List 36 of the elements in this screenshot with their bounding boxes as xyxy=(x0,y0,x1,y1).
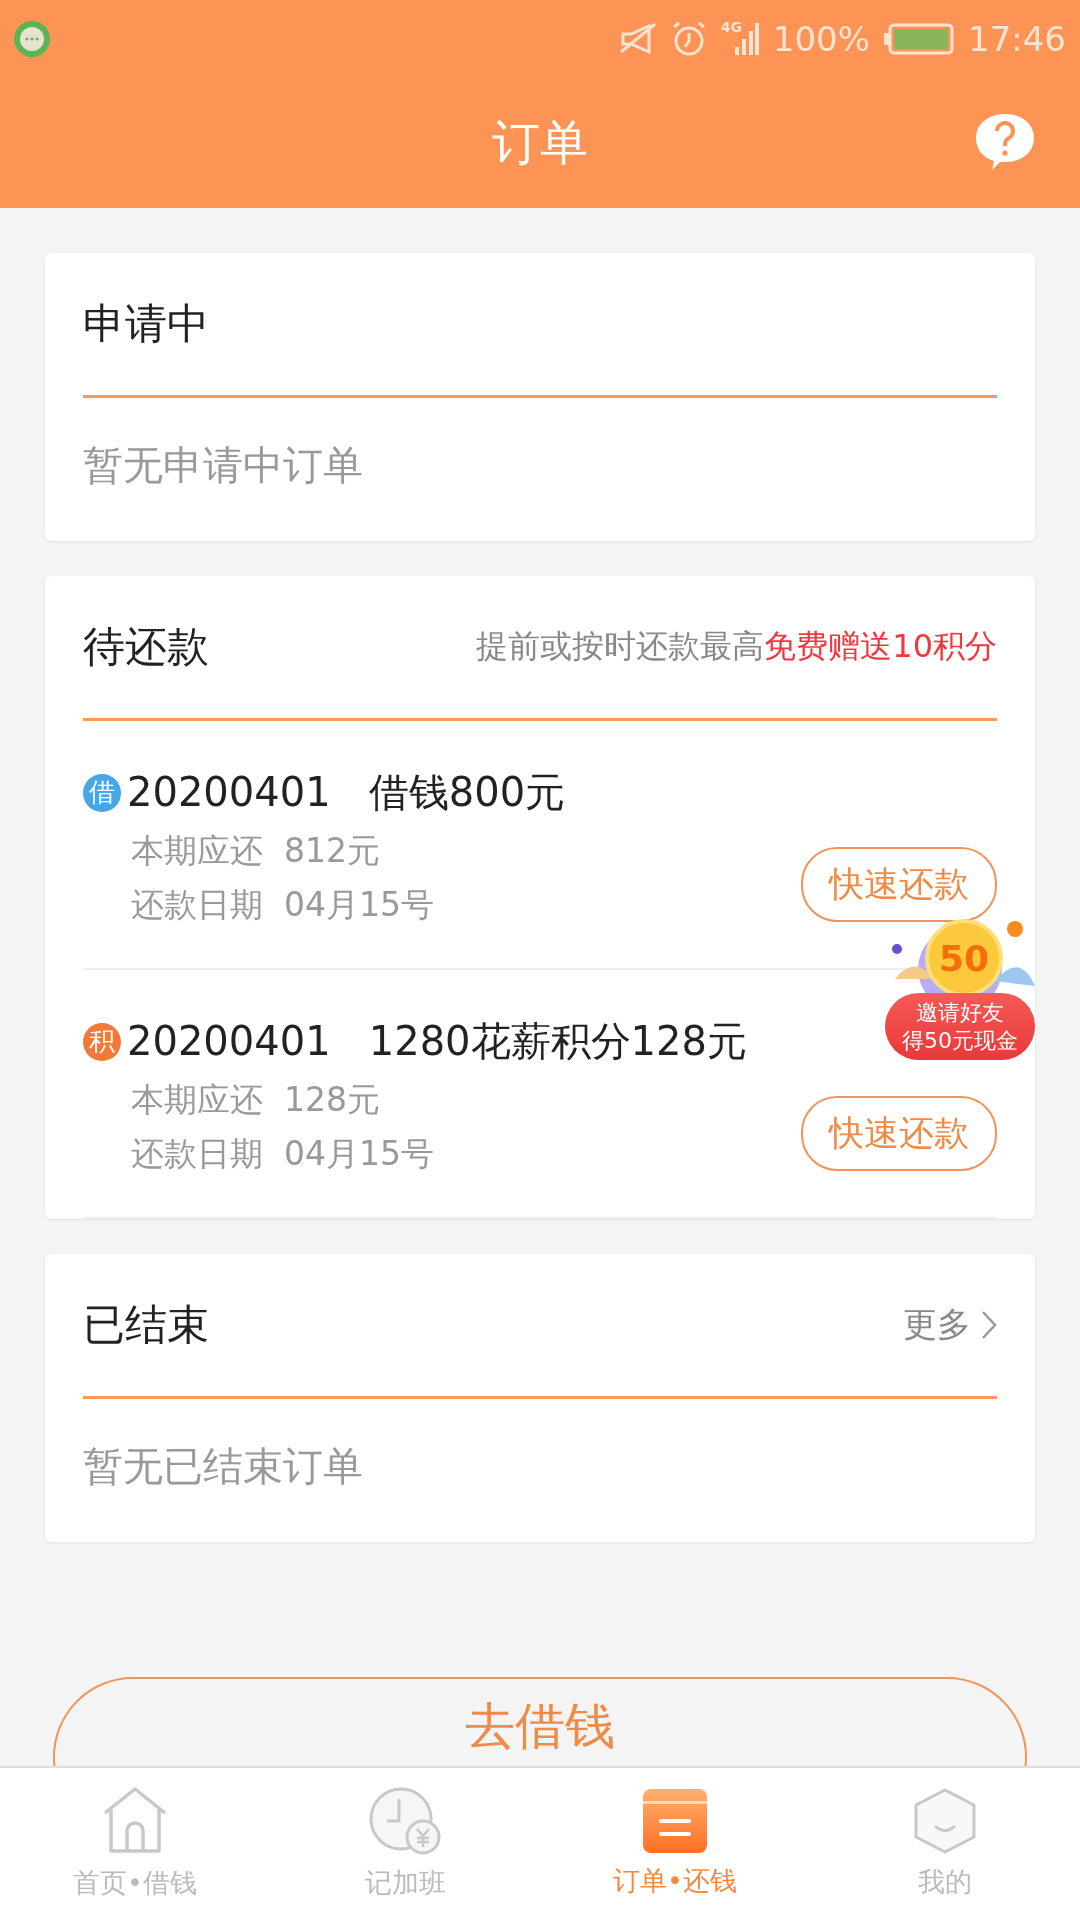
list-icon xyxy=(643,1789,707,1853)
nav-tab[interactable]: 我的 xyxy=(810,1768,1080,1920)
order-title: 20200401 1280花薪积分128元 xyxy=(127,1017,747,1066)
reward-notice: 提前或按时还款最高免费赠送10积分 xyxy=(476,626,997,667)
due-amount: 本期应还 812元 xyxy=(130,830,381,872)
section-title: 已结束 xyxy=(83,1299,210,1351)
help-icon[interactable] xyxy=(974,112,1036,172)
smiley-icon xyxy=(912,1788,978,1854)
order-type-badge: 积 xyxy=(83,1022,121,1061)
quick-repay-button[interactable]: 快速还款 xyxy=(801,1096,997,1171)
invite-promo[interactable]: 邀请好友 得50元现金 xyxy=(885,993,1035,1060)
empty-message: 暂无已结束订单 xyxy=(83,1442,364,1491)
due-date: 还款日期 04月15号 xyxy=(130,884,435,926)
clock-time: 17:46 xyxy=(968,19,1066,59)
network-label: 4G xyxy=(720,19,743,35)
due-date: 还款日期 04月15号 xyxy=(130,1133,435,1175)
more-link[interactable]: 更多 xyxy=(903,1302,971,1348)
chevron-right-icon xyxy=(981,1310,997,1340)
nav-tab[interactable]: 首页•借钱 xyxy=(0,1768,270,1920)
order-title: 20200401 借钱800元 xyxy=(127,768,566,817)
battery-percent: 100% xyxy=(772,19,870,59)
nav-tab[interactable]: 记加班 xyxy=(270,1768,540,1920)
alarm-icon xyxy=(670,21,707,57)
quick-repay-button[interactable]: 快速还款 xyxy=(801,847,997,922)
section-title: 申请中 xyxy=(83,298,210,350)
clock-icon xyxy=(369,1787,441,1855)
empty-message: 暂无申请中订单 xyxy=(83,441,364,490)
battery-icon xyxy=(884,23,954,55)
home-icon xyxy=(101,1787,169,1855)
nav-tab[interactable]: 订单•还钱 xyxy=(540,1768,810,1920)
section-title: 待还款 xyxy=(83,621,210,673)
due-amount: 本期应还 128元 xyxy=(130,1079,381,1121)
page-title: 订单 xyxy=(492,113,588,172)
mute-icon xyxy=(618,22,657,56)
message-icon xyxy=(14,21,50,57)
order-type-badge: 借 xyxy=(83,773,121,812)
